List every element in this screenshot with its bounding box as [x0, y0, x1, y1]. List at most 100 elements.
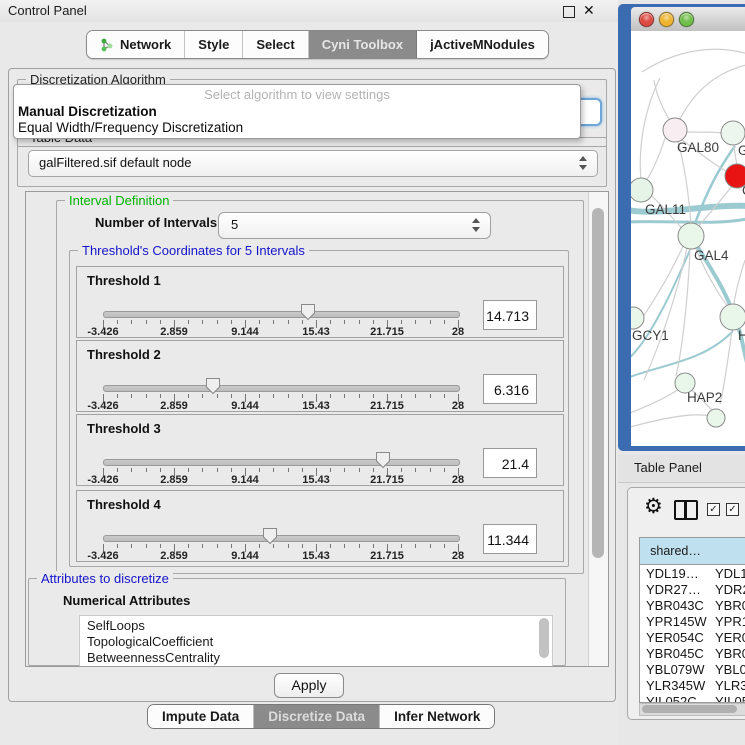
attributes-list-scrollbar[interactable] [539, 618, 549, 658]
tab-select[interactable]: Select [243, 31, 308, 58]
network-node-gal4[interactable] [678, 223, 704, 249]
table-cell[interactable]: YLR345W [715, 678, 745, 694]
column-header-shared[interactable]: shared… [640, 538, 712, 565]
slider-scale-label: 21.715 [370, 326, 404, 338]
slider-scale-label: 2.859 [160, 326, 188, 338]
algorithm-popup-placeholder: Select algorithm to view settings [14, 87, 580, 102]
table-cell[interactable]: YPR145W [715, 614, 745, 630]
table-cell[interactable]: YBR045C [646, 646, 711, 662]
slider-tick [359, 468, 360, 472]
threshold-slider-track[interactable] [103, 385, 460, 392]
table-cell[interactable]: YBL079W [715, 662, 745, 678]
network-node-ga[interactable] [721, 121, 745, 145]
table-cell[interactable]: YDL19… [646, 566, 711, 582]
table-cell[interactable]: YDR27… [646, 582, 711, 598]
table-cell[interactable]: YDR27… [715, 582, 745, 598]
split-columns-icon[interactable] [674, 500, 698, 520]
slider-tick [188, 394, 189, 398]
slider-tick [430, 544, 431, 548]
slider-scale-label: 21.715 [370, 400, 404, 412]
table-cell[interactable]: YBR043C [715, 598, 745, 614]
bottom-tab-discretize-data[interactable]: Discretize Data [254, 705, 380, 728]
table-cell[interactable]: YBR043C [646, 598, 711, 614]
network-edge [644, 248, 687, 380]
network-node-gal11[interactable] [631, 178, 653, 202]
network-window-titlebar[interactable] [631, 7, 745, 32]
number-of-intervals-spinner[interactable]: 5 [218, 212, 491, 239]
slider-tick [373, 468, 374, 472]
threshold-slider-handle[interactable] [375, 451, 391, 469]
slider-tick [302, 544, 303, 548]
threshold-slider-handle[interactable] [205, 377, 221, 395]
table-cell[interactable]: YLR345W [646, 678, 711, 694]
table-cell[interactable]: YPR145W [646, 614, 711, 630]
close-traffic-light-icon[interactable] [639, 12, 654, 27]
numerical-attributes-list[interactable]: SelfLoopsTopologicalCoefficientBetweenne… [79, 615, 553, 667]
zoom-traffic-light-icon[interactable] [679, 12, 694, 27]
bottom-tab-infer-network[interactable]: Infer Network [380, 705, 494, 728]
slider-tick [288, 468, 289, 472]
network-canvas[interactable]: GAL80GACGAL11GAL4GCY1HHAP2 [631, 31, 745, 446]
column-header-name[interactable]: name [711, 538, 745, 565]
table-cell[interactable]: YER054C [715, 630, 745, 646]
table-horizontal-scrollbar[interactable] [639, 703, 745, 716]
algorithm-option-equal-width-frequency[interactable]: Equal Width/Frequency Discretization [18, 120, 243, 135]
threshold-value-field[interactable]: 14.713 [483, 300, 537, 330]
close-icon[interactable]: ✕ [583, 2, 595, 19]
float-window-icon[interactable] [563, 6, 575, 18]
bottom-tab-impute-data[interactable]: Impute Data [148, 705, 254, 728]
tab-style[interactable]: Style [185, 31, 243, 58]
threshold-slider-track[interactable] [103, 535, 460, 542]
attribute-list-item[interactable]: BetweennessCentrality [87, 650, 220, 666]
threshold-slider-track[interactable] [103, 459, 460, 466]
slider-tick [359, 320, 360, 324]
slider-tick [302, 468, 303, 472]
table-panel-title: Table Panel [634, 460, 702, 475]
slider-scale-label: 2.859 [160, 550, 188, 562]
threshold-value-field[interactable]: 21.4 [483, 448, 537, 478]
slider-scale-label: 28 [452, 550, 464, 562]
network-node-gal80[interactable] [663, 118, 687, 142]
threshold-value-field[interactable]: 6.316 [483, 374, 537, 404]
table-cell[interactable]: YIL052C [646, 694, 711, 703]
network-node-gcy1[interactable] [631, 307, 644, 329]
threshold-slider-handle[interactable] [262, 527, 278, 545]
slider-scale-label: 9.144 [231, 326, 259, 338]
algorithm-option-manual-discretization[interactable]: Manual Discretization [18, 104, 157, 119]
apply-button[interactable]: Apply [274, 673, 344, 698]
threshold-value-field[interactable]: 11.344 [483, 524, 537, 554]
network-edge [694, 146, 735, 226]
node-table[interactable]: shared…nameYDL19…YDL19…YDR27…YDR27…YBR04… [639, 537, 745, 703]
column-checkbox-icon[interactable]: ✓ [726, 503, 739, 516]
table-cell[interactable]: YIL052C [715, 694, 745, 703]
threshold-panel: Threshold 1-3.4262.8599.14415.4321.71528… [76, 266, 564, 338]
threshold-slider-track[interactable] [103, 311, 460, 318]
table-settings-gear-icon[interactable]: ⚙ [644, 496, 663, 517]
table-cell[interactable]: YBR045C [715, 646, 745, 662]
table-cell[interactable]: YER054C [646, 630, 711, 646]
tab-jactivemnodules[interactable]: jActiveMNodules [417, 31, 548, 58]
threshold-slider-handle[interactable] [300, 303, 316, 321]
network-node-label: GA [738, 143, 745, 158]
cyni-toolbox-panel: Discretization Algorithm Table Data galF… [8, 68, 616, 702]
scrollbar-thumb[interactable] [642, 705, 737, 713]
tab-cyni-toolbox[interactable]: Cyni Toolbox [309, 31, 417, 58]
attribute-list-item[interactable]: TopologicalCoefficient [87, 634, 213, 650]
table-cell[interactable]: YBL079W [646, 662, 711, 678]
slider-tick [401, 320, 402, 324]
number-of-intervals-label: Number of Intervals [95, 215, 217, 230]
tab-network[interactable]: Network [87, 31, 185, 58]
network-node-h[interactable] [720, 304, 745, 330]
scrollbar-thumb[interactable] [592, 208, 604, 558]
table-cell[interactable]: YDL19… [715, 566, 745, 582]
slider-tick [415, 544, 416, 548]
threshold-label: Threshold 3 [87, 421, 161, 436]
thresholds-group: Threshold's Coordinates for 5 Intervals … [69, 250, 569, 567]
table-data-combobox[interactable]: galFiltered.sif default node [28, 150, 598, 177]
attribute-list-item[interactable]: SelfLoops [87, 618, 145, 634]
network-node[interactable] [707, 409, 725, 427]
threshold-panel: Threshold 4-3.4262.8599.14415.4321.71528… [76, 490, 564, 562]
minimize-traffic-light-icon[interactable] [659, 12, 674, 27]
settings-vertical-scrollbar[interactable] [588, 192, 608, 666]
column-checkbox-icon[interactable]: ✓ [707, 503, 720, 516]
